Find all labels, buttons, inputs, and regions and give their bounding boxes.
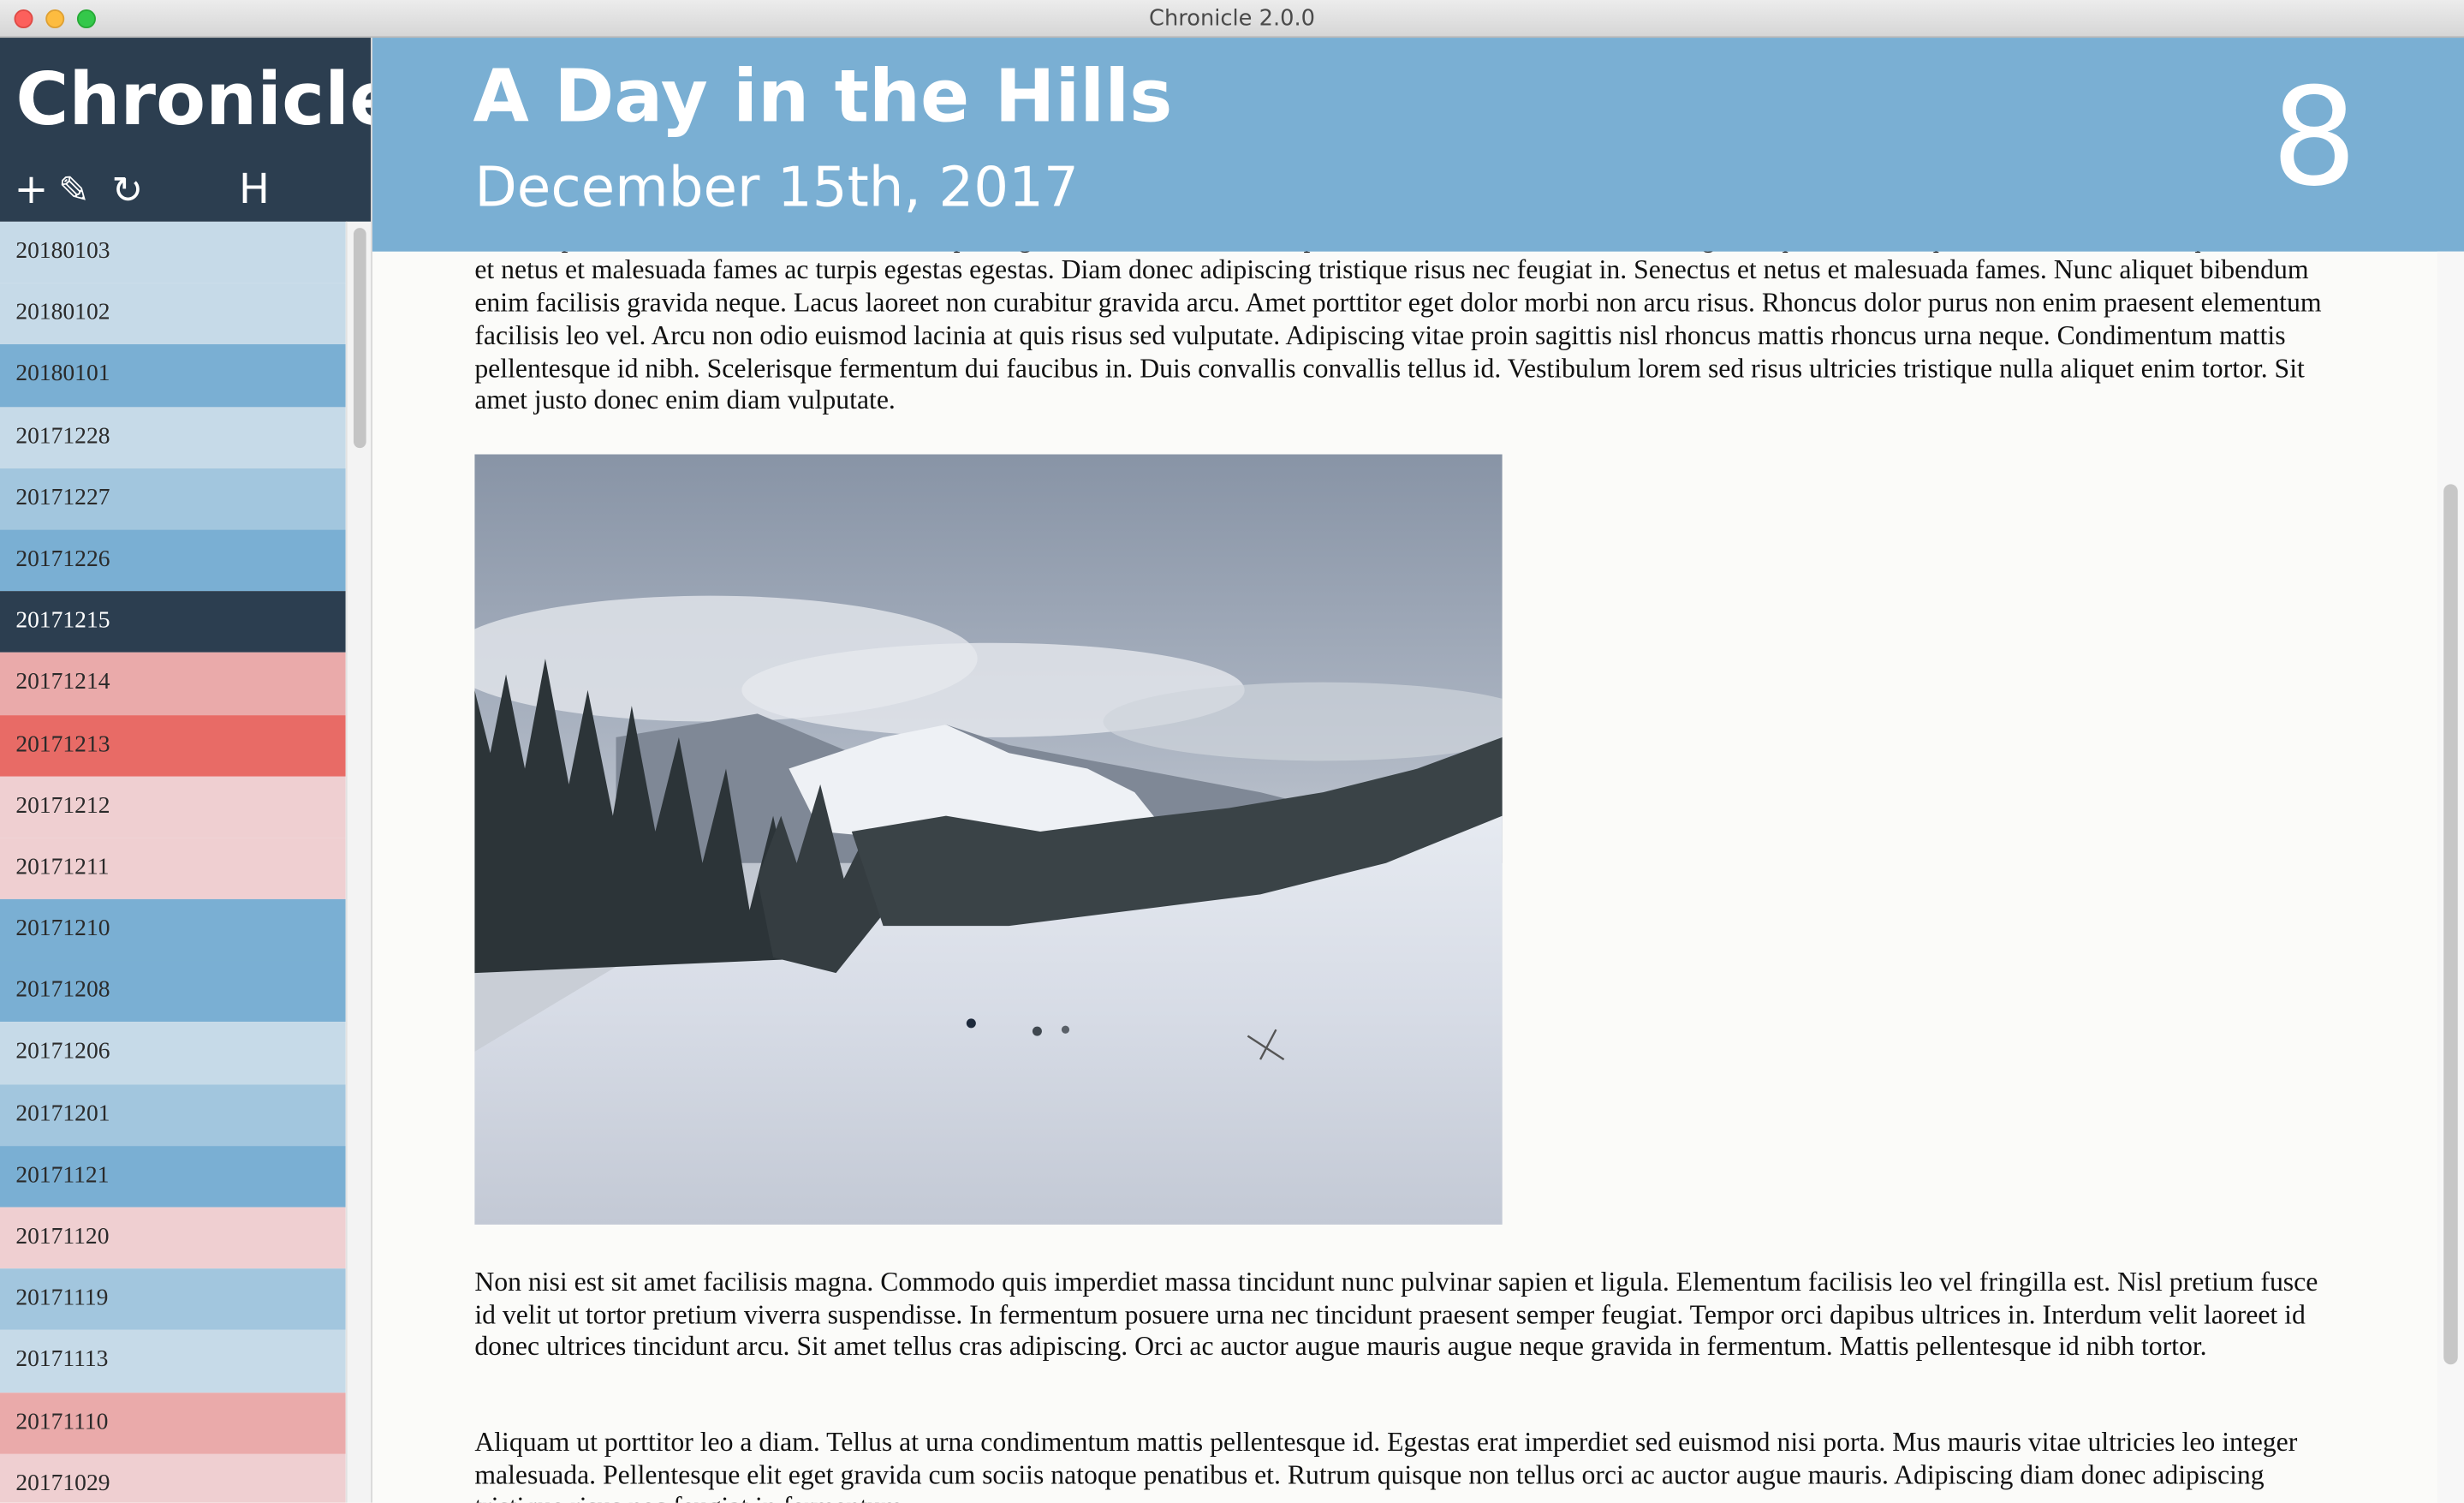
entry-scrollbar-thumb[interactable] xyxy=(2443,484,2458,1365)
refresh-button[interactable]: ↻ xyxy=(111,167,143,214)
entry-date: December 15th, 2017 xyxy=(474,157,1079,220)
entry-list-item[interactable]: 20180101 xyxy=(0,344,346,407)
app-name: Chronicle xyxy=(15,57,399,142)
entry-list-scrollbar[interactable] xyxy=(345,221,372,1503)
entry-list-item[interactable]: 20171119 xyxy=(0,1268,346,1331)
entry-list-item[interactable]: 20171121 xyxy=(0,1145,346,1208)
entry-list-item[interactable]: 20180102 xyxy=(0,283,346,345)
entry-list-item[interactable]: 20171213 xyxy=(0,714,346,777)
entry-list-item[interactable]: 20171210 xyxy=(0,899,346,961)
entry-photo xyxy=(474,454,1503,1225)
entry-list-item[interactable]: 20171226 xyxy=(0,529,346,592)
entry-list-item[interactable]: 20171110 xyxy=(0,1392,346,1454)
entry-list-item[interactable]: 20171120 xyxy=(0,1207,346,1269)
entry-paragraph: Non nisi est sit amet facilisis magna. C… xyxy=(474,1267,2318,1363)
entry-scrollbar[interactable] xyxy=(2437,251,2464,1503)
entry-list-item[interactable]: 20171227 xyxy=(0,468,346,530)
entry-title[interactable]: A Day in the Hills xyxy=(473,53,1172,138)
entry-body[interactable]: Lorem ipsum dolor sit amet, consectetur … xyxy=(474,252,2336,419)
entry-list-item[interactable]: 20171208 xyxy=(0,960,346,1023)
sidebar-divider xyxy=(371,38,373,1503)
edit-entry-button[interactable]: ✎ xyxy=(58,167,90,214)
entry-paragraph: Lorem ipsum dolor sit amet, consectetur … xyxy=(474,252,2325,416)
entry-list-item[interactable]: 20171029 xyxy=(0,1453,346,1503)
entry-list-item[interactable]: 20171206 xyxy=(0,1022,346,1084)
entry-paragraph: Aliquam ut porttitor leo a diam. Tellus … xyxy=(474,1427,2298,1503)
entry-header: A Day in the Hills December 15th, 2017 8 xyxy=(372,38,2464,252)
entry-list-item[interactable]: 20171211 xyxy=(0,838,346,900)
window-titlebar: Chronicle 2.0.0 xyxy=(0,0,2464,39)
sidebar-header: Chronicle + ✎ ↻ H xyxy=(0,38,398,222)
add-entry-button[interactable]: + xyxy=(15,167,49,214)
entry-list: 20180103 20180102 20180101 20171228 20171227… xyxy=(0,221,346,1503)
entry-list-item[interactable]: 20171212 xyxy=(0,776,346,838)
entry-list-item[interactable]: 20171201 xyxy=(0,1083,346,1146)
entry-list-scrollbar-thumb[interactable] xyxy=(353,228,366,449)
entry-list-item[interactable]: 20180103 xyxy=(0,221,346,283)
entry-list-item[interactable]: 20171214 xyxy=(0,653,346,715)
entry-list-item[interactable]: 20171215 xyxy=(0,591,346,653)
entry-list-item[interactable]: 20171113 xyxy=(0,1330,346,1393)
h-button[interactable]: H xyxy=(239,167,270,214)
entry-count: 8 xyxy=(2271,59,2358,218)
window-title: Chronicle 2.0.0 xyxy=(1149,6,1316,32)
entry-list-item[interactable]: 20171228 xyxy=(0,406,346,468)
